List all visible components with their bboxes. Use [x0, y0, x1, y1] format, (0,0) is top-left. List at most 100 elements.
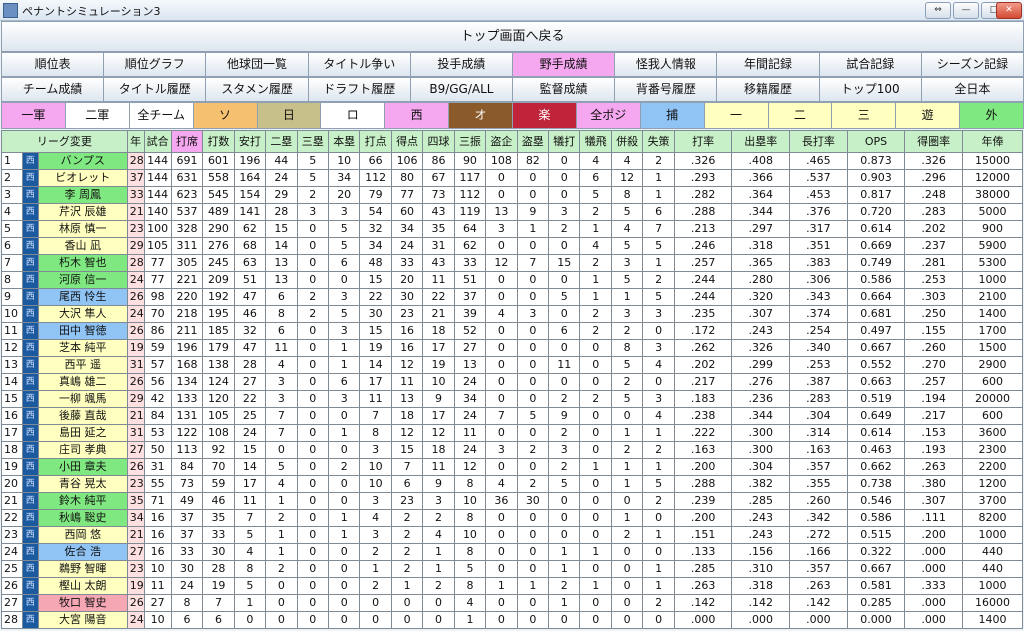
- nav-button-nav_row1-5[interactable]: 野手成績: [512, 52, 616, 77]
- player-name[interactable]: 佐合 浩: [37, 543, 128, 561]
- table-row[interactable]: 14 西真嶋 雄二 26 56 134 124 27 3 0 6 17 11 10 24 0 0 0 0 2 0.21…: [1, 373, 1024, 391]
- player-name[interactable]: 青谷 晃太: [37, 475, 128, 493]
- table-row[interactable]: 19 西小田 章夫 26 31 84 70 14 5 0 2 10 7 11 12 0 0 2 1 1 1.200.3…: [1, 458, 1024, 476]
- nav-button-nav_row2-8[interactable]: トップ100: [818, 77, 922, 102]
- nav-button-nav_row2-2[interactable]: スタメン履歴: [205, 77, 309, 102]
- player-name[interactable]: 一柳 颯馬: [37, 390, 128, 408]
- filter-button-1[interactable]: 二軍: [64, 102, 130, 129]
- table-row[interactable]: 3西李 周鳳 33 144 623 545 154 29 2 20 79 77 73 112 0 0 0 5 8 1…: [1, 186, 1024, 204]
- nav-button-nav_row2-0[interactable]: チーム成績: [1, 77, 105, 102]
- table-row[interactable]: 25 西鵜野 智暉 23 10 30 28 8 2 0 0 1 2 1 5 0 0 1 0 0 1.285.310.3…: [1, 560, 1024, 578]
- nav-button-nav_row2-4[interactable]: B9/GG/ALL: [409, 77, 514, 102]
- column-header-10[interactable]: 得点: [390, 130, 424, 153]
- table-row[interactable]: 22 西秋嶋 聡史 34 16 37 35 7 2 0 1 4 2 2 8 0 0 0 0 1 0.200.243.3…: [1, 509, 1024, 527]
- table-row[interactable]: 4 西芹沢 辰雄 21 140 537 489 141 28 3 3 54 60 43 119 13 9 3 2 5…: [1, 203, 1024, 221]
- column-header-18[interactable]: 失策: [642, 130, 675, 153]
- filter-button-3[interactable]: ソ: [192, 102, 258, 129]
- close-icon[interactable]: ✕: [996, 2, 1022, 19]
- column-header-8[interactable]: 本塁: [327, 130, 361, 153]
- filter-button-6[interactable]: 西: [384, 102, 450, 129]
- filter-button-8[interactable]: 楽: [512, 102, 577, 129]
- column-header-22[interactable]: OPS: [846, 130, 906, 153]
- player-name[interactable]: 田中 智徳: [37, 322, 128, 340]
- column-header-11[interactable]: 四球: [422, 130, 455, 153]
- nav-button-nav_row1-6[interactable]: 怪我人情報: [614, 52, 718, 77]
- table-row[interactable]: 8 西河原 信一 24 77 221 209 51 13 0 0 15 20 11 51 0 0 0 1 5 2.24…: [1, 271, 1024, 289]
- player-name[interactable]: 小田 章夫: [37, 458, 128, 476]
- player-name[interactable]: 李 周鳳: [37, 186, 128, 204]
- table-row[interactable]: 20 西青谷 晃太 23 55 73 59 17 4 0 0 10 6 9 8 4 2 5 0 1 5.288.382…: [1, 475, 1024, 493]
- filter-button-13[interactable]: 三: [831, 102, 897, 129]
- player-name[interactable]: 大沢 隼人: [37, 305, 128, 323]
- table-row[interactable]: 11 西田中 智徳 26 86 211 185 32 6 0 3 15 16 18 52 0 0 6 2 2 0.17…: [1, 322, 1024, 340]
- table-row[interactable]: 16 西後藤 直哉 21 84 131 105 25 7 0 0 7 18 17 24 7 5 9 0 0 4.238…: [1, 407, 1024, 425]
- column-header-1[interactable]: 年: [126, 130, 145, 153]
- filter-button-2[interactable]: 全チーム: [128, 102, 194, 129]
- nav-button-nav_row1-1[interactable]: 順位グラフ: [103, 52, 207, 77]
- filter-button-4[interactable]: 日: [256, 102, 322, 129]
- nav-button-nav_row1-7[interactable]: 年間記録: [716, 52, 820, 77]
- column-header-13[interactable]: 盗企: [485, 130, 518, 153]
- filter-button-9[interactable]: 全ポジ: [575, 102, 641, 129]
- table-row[interactable]: 27 西牧口 智史 26 27 8 7 1 0 0 0 0 0 0 4 0 0 1 0 0 2.142.142.142…: [1, 594, 1024, 612]
- column-header-2[interactable]: 試合: [143, 130, 172, 153]
- minimize-icon[interactable]: —: [953, 2, 979, 19]
- column-header-9[interactable]: 打点: [359, 130, 392, 153]
- nav-button-nav_row1-0[interactable]: 順位表: [1, 52, 105, 77]
- table-row[interactable]: 18 西庄司 孝典 27 50 113 92 15 0 0 0 3 15 18 24 3 2 3 0 2 2.163.…: [1, 441, 1024, 459]
- nav-button-nav_row1-9[interactable]: シーズン記録: [920, 52, 1024, 77]
- table-row[interactable]: 26 西樫山 太朗 19 11 24 19 5 0 0 0 2 1 2 8 1 1 2 1 0 1.263.318.2…: [1, 577, 1024, 595]
- column-header-0[interactable]: リーグ変更: [1, 130, 128, 153]
- table-row[interactable]: 28 西大宮 陽音 24 10 6 6 0 0 0 0 0 0 0 1 0 0 0 0 0 0.000.000.000…: [1, 611, 1024, 629]
- column-header-19[interactable]: 打率: [673, 130, 733, 153]
- table-row[interactable]: 9 西尾西 怜生 26 98 220 192 47 6 2 3 22 30 22 37 0 0 5 1 1 5.244…: [1, 288, 1024, 306]
- column-header-24[interactable]: 年俸: [961, 130, 1024, 153]
- column-header-7[interactable]: 三塁: [296, 130, 329, 153]
- player-name[interactable]: 朽木 智也: [37, 254, 128, 272]
- player-name[interactable]: 西平 遥: [37, 356, 128, 374]
- player-name[interactable]: 香山 凪: [37, 237, 128, 255]
- column-header-5[interactable]: 安打: [233, 130, 267, 153]
- nav-button-nav_row1-8[interactable]: 試合記録: [818, 52, 922, 77]
- table-row[interactable]: 2 西ビオレット 37 144 631 558 164 24 5 34 112 80 67 117 0 0 0 6…: [1, 169, 1024, 187]
- column-header-17[interactable]: 併殺: [610, 130, 644, 153]
- nav-button-nav_row2-6[interactable]: 背番号履歴: [614, 77, 718, 102]
- filter-button-15[interactable]: 外: [959, 102, 1024, 129]
- table-row[interactable]: 23 西西岡 悠 21 16 37 33 5 1 0 1 3 2 4 10 0 0 0 0 2 1.151.243.2…: [1, 526, 1024, 544]
- player-name[interactable]: 後藤 直哉: [37, 407, 128, 425]
- table-row[interactable]: 7 西朽木 智也 28 77 305 245 63 13 0 6 48 33 43 33 12 7 15 2 3 1.…: [1, 254, 1024, 272]
- column-header-20[interactable]: 出塁率: [731, 130, 791, 153]
- table-row[interactable]: 21 西鈴木 純平 35 71 49 46 11 1 0 0 3 23 3 10 36 30 0 0 0 2.239.…: [1, 492, 1024, 510]
- player-name[interactable]: バンプス: [37, 152, 128, 170]
- filter-button-11[interactable]: 一: [703, 102, 769, 129]
- player-name[interactable]: 尾西 怜生: [37, 288, 128, 306]
- player-name[interactable]: 鵜野 智暉: [37, 560, 128, 578]
- table-row[interactable]: 5 西林原 慎一 23 100 328 290 62 15 0 5 32 34 35 64 3 1 2 1 4 7.2…: [1, 220, 1024, 238]
- column-header-6[interactable]: 二塁: [265, 130, 298, 153]
- filter-button-7[interactable]: オ: [448, 102, 513, 129]
- nav-button-nav_row2-5[interactable]: 監督成績: [512, 77, 616, 102]
- table-row[interactable]: 12 西芝本 純平 19 59 196 179 47 11 0 1 19 16 17 27 0 0 0 0 8 3.2…: [1, 339, 1024, 357]
- player-name[interactable]: 樫山 太朗: [37, 577, 128, 595]
- table-row[interactable]: 13 西西平 遥 31 57 168 138 28 4 0 1 14 12 19 13 0 0 11 0 5 4.20…: [1, 356, 1024, 374]
- table-row[interactable]: 24 西佐合 浩 27 16 33 30 4 1 0 0 2 2 1 8 0 0 1 1 0 0.133.156.16…: [1, 543, 1024, 561]
- back-to-top-button[interactable]: トップ画面へ戻る: [1, 21, 1024, 52]
- column-header-16[interactable]: 犠飛: [579, 130, 612, 153]
- player-name[interactable]: 芹沢 辰雄: [37, 203, 128, 221]
- column-header-3[interactable]: 打席: [170, 130, 204, 153]
- nav-button-nav_row2-1[interactable]: タイトル履歴: [103, 77, 207, 102]
- column-header-14[interactable]: 盗塁: [516, 130, 550, 153]
- player-name[interactable]: 秋嶋 聡史: [37, 509, 128, 527]
- nav-button-nav_row1-4[interactable]: 投手成績: [409, 52, 514, 77]
- column-header-12[interactable]: 三振: [453, 130, 487, 153]
- nav-button-nav_row2-7[interactable]: 移籍履歴: [716, 77, 820, 102]
- column-header-23[interactable]: 得圏率: [904, 130, 963, 153]
- table-row[interactable]: 15 西一柳 颯馬 29 42 133 120 22 3 0 3 11 13 9 34 0 0 2 2 5 3.183…: [1, 390, 1024, 408]
- filter-button-5[interactable]: ロ: [320, 102, 386, 129]
- column-header-4[interactable]: 打数: [202, 130, 235, 153]
- filter-button-12[interactable]: 二: [767, 102, 833, 129]
- table-row[interactable]: 1 西バンプス 28 144 691 601 196 44 5 10 66 106 86 90 108 82 0…: [1, 152, 1024, 170]
- player-name[interactable]: 河原 信一: [37, 271, 128, 289]
- table-row[interactable]: 6 西香山 凪 29 105 311 276 68 14 0 5 34 24 31 62 0 0 0 4 5 5.24…: [1, 237, 1024, 255]
- table-row[interactable]: 10 西大沢 隼人 24 70 218 195 46 8 2 5 30 23 21 39 4 3 0 2 3 3.23…: [1, 305, 1024, 323]
